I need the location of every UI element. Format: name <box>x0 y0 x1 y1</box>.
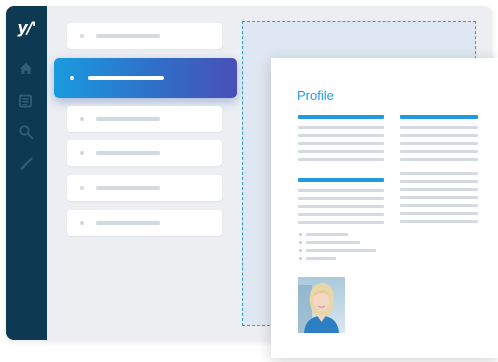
bullet <box>299 257 302 260</box>
document-title: Profile <box>297 88 334 103</box>
list-item[interactable] <box>67 210 222 236</box>
list-item-placeholder <box>96 117 160 121</box>
brush-icon[interactable] <box>18 156 34 172</box>
list-item-dot <box>80 186 84 190</box>
list-item[interactable] <box>67 106 222 132</box>
home-icon[interactable] <box>18 61 34 77</box>
bullet-text <box>306 241 360 244</box>
bullet-text <box>306 249 376 252</box>
text-line <box>298 221 384 224</box>
text-line <box>298 213 384 216</box>
text-line <box>298 150 384 153</box>
profile-photo <box>298 277 345 333</box>
list-item-placeholder <box>96 221 160 225</box>
profile-document: Profile <box>271 58 498 358</box>
section-heading-bar <box>298 115 384 119</box>
text-line <box>298 205 384 208</box>
list-item-dot <box>80 34 84 38</box>
text-line <box>400 172 478 175</box>
list-item[interactable] <box>67 23 222 49</box>
text-line <box>400 150 478 153</box>
search-icon[interactable] <box>18 124 34 140</box>
list-item-placeholder <box>96 34 160 38</box>
text-line <box>400 220 478 223</box>
text-line <box>400 188 478 191</box>
list-item-dot <box>80 117 84 121</box>
text-line <box>298 158 384 161</box>
list-item-selected[interactable] <box>54 58 237 98</box>
list-item-placeholder <box>96 186 160 190</box>
text-line <box>298 134 384 137</box>
bullet-text <box>306 233 348 236</box>
bullet-text <box>306 257 336 260</box>
bullet <box>299 241 302 244</box>
text-line <box>400 158 478 161</box>
text-line <box>298 142 384 145</box>
text-line <box>298 126 384 129</box>
text-line <box>298 197 384 200</box>
list-item[interactable] <box>67 140 222 166</box>
text-line <box>400 212 478 215</box>
news-icon[interactable] <box>18 93 34 109</box>
list-item-placeholder <box>88 76 164 80</box>
section-heading-bar <box>298 178 384 182</box>
section-heading-bar <box>400 115 478 119</box>
text-line <box>400 126 478 129</box>
text-line <box>400 196 478 199</box>
list-item-dot <box>80 221 84 225</box>
text-line <box>400 142 478 145</box>
bullet <box>299 233 302 236</box>
app-logo: y/' <box>17 18 36 37</box>
bullet <box>299 249 302 252</box>
list-item[interactable] <box>67 175 222 201</box>
text-line <box>400 180 478 183</box>
sidebar: y/' <box>6 6 47 340</box>
text-line <box>400 134 478 137</box>
text-line <box>400 204 478 207</box>
list-item-dot <box>80 151 84 155</box>
list-item-placeholder <box>96 151 160 155</box>
text-line <box>298 189 384 192</box>
list-item-dot <box>70 76 74 80</box>
